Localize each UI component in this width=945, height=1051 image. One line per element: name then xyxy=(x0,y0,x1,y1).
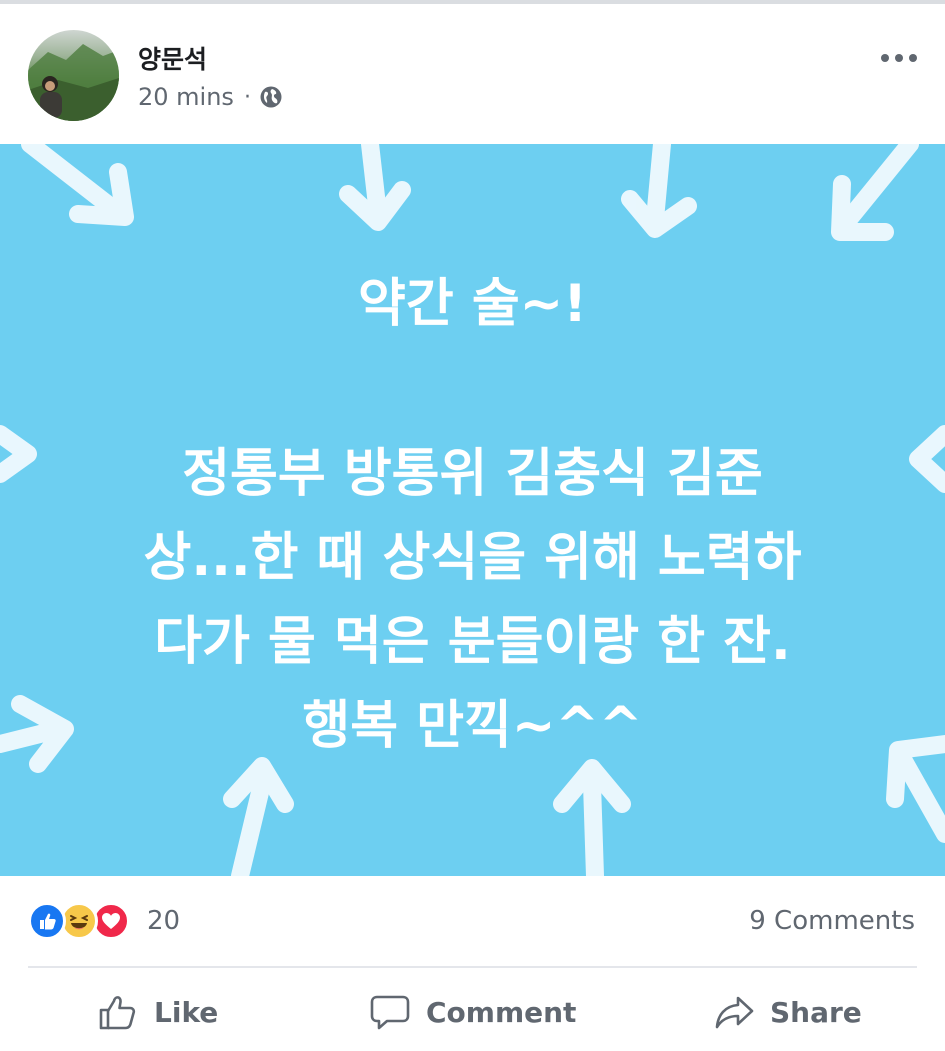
avatar[interactable] xyxy=(28,30,119,121)
actions-divider xyxy=(28,966,917,968)
post-headline: 약간 술~! xyxy=(358,274,587,334)
comment-label: Comment xyxy=(426,995,577,1029)
more-horizontal-icon[interactable] xyxy=(880,48,918,68)
thumbs-up-icon xyxy=(99,996,136,1030)
globe-icon xyxy=(260,86,282,108)
post-body-line: 행복 만끽~^^ xyxy=(302,696,643,756)
post-body-text: 정통부 방통위 김충식 김준 상...한 때 상식을 위해 노력하 다가 물 먹… xyxy=(40,432,905,768)
reaction-count[interactable]: 20 xyxy=(147,906,180,936)
share-label: Share xyxy=(770,995,862,1029)
post-body-line: 다가 물 먹은 분들이랑 한 잔. xyxy=(154,612,791,672)
post-header: 양문석 20 mins · xyxy=(0,4,945,144)
avatar-photo xyxy=(28,44,119,121)
post-timestamp[interactable]: 20 mins xyxy=(138,83,234,111)
post-background-card: 약간 술~! 정통부 방통위 김충식 김준 상...한 때 상식을 위해 노력하… xyxy=(0,144,945,876)
share-arrow-icon xyxy=(715,996,754,1029)
meta-separator: · xyxy=(243,84,251,110)
like-label: Like xyxy=(154,995,219,1029)
reaction-summary: 20 9 Comments xyxy=(0,876,945,968)
comments-count-link[interactable]: 9 Comments xyxy=(749,906,915,936)
post-body-line: 정통부 방통위 김충식 김준 xyxy=(182,444,763,504)
like-button[interactable]: Like xyxy=(96,984,218,1040)
share-button[interactable]: Share xyxy=(712,984,862,1040)
like-reaction-icon xyxy=(28,902,66,940)
action-bar: Like Comment Share xyxy=(0,970,945,1051)
author-name[interactable]: 양문석 xyxy=(138,40,207,76)
comment-button[interactable]: Comment xyxy=(368,984,576,1040)
post-meta: 20 mins · xyxy=(138,82,283,112)
reaction-icons[interactable] xyxy=(28,902,130,942)
post-body-line: 상...한 때 상식을 위해 노력하 xyxy=(143,528,802,588)
comment-bubble-icon xyxy=(370,995,410,1030)
